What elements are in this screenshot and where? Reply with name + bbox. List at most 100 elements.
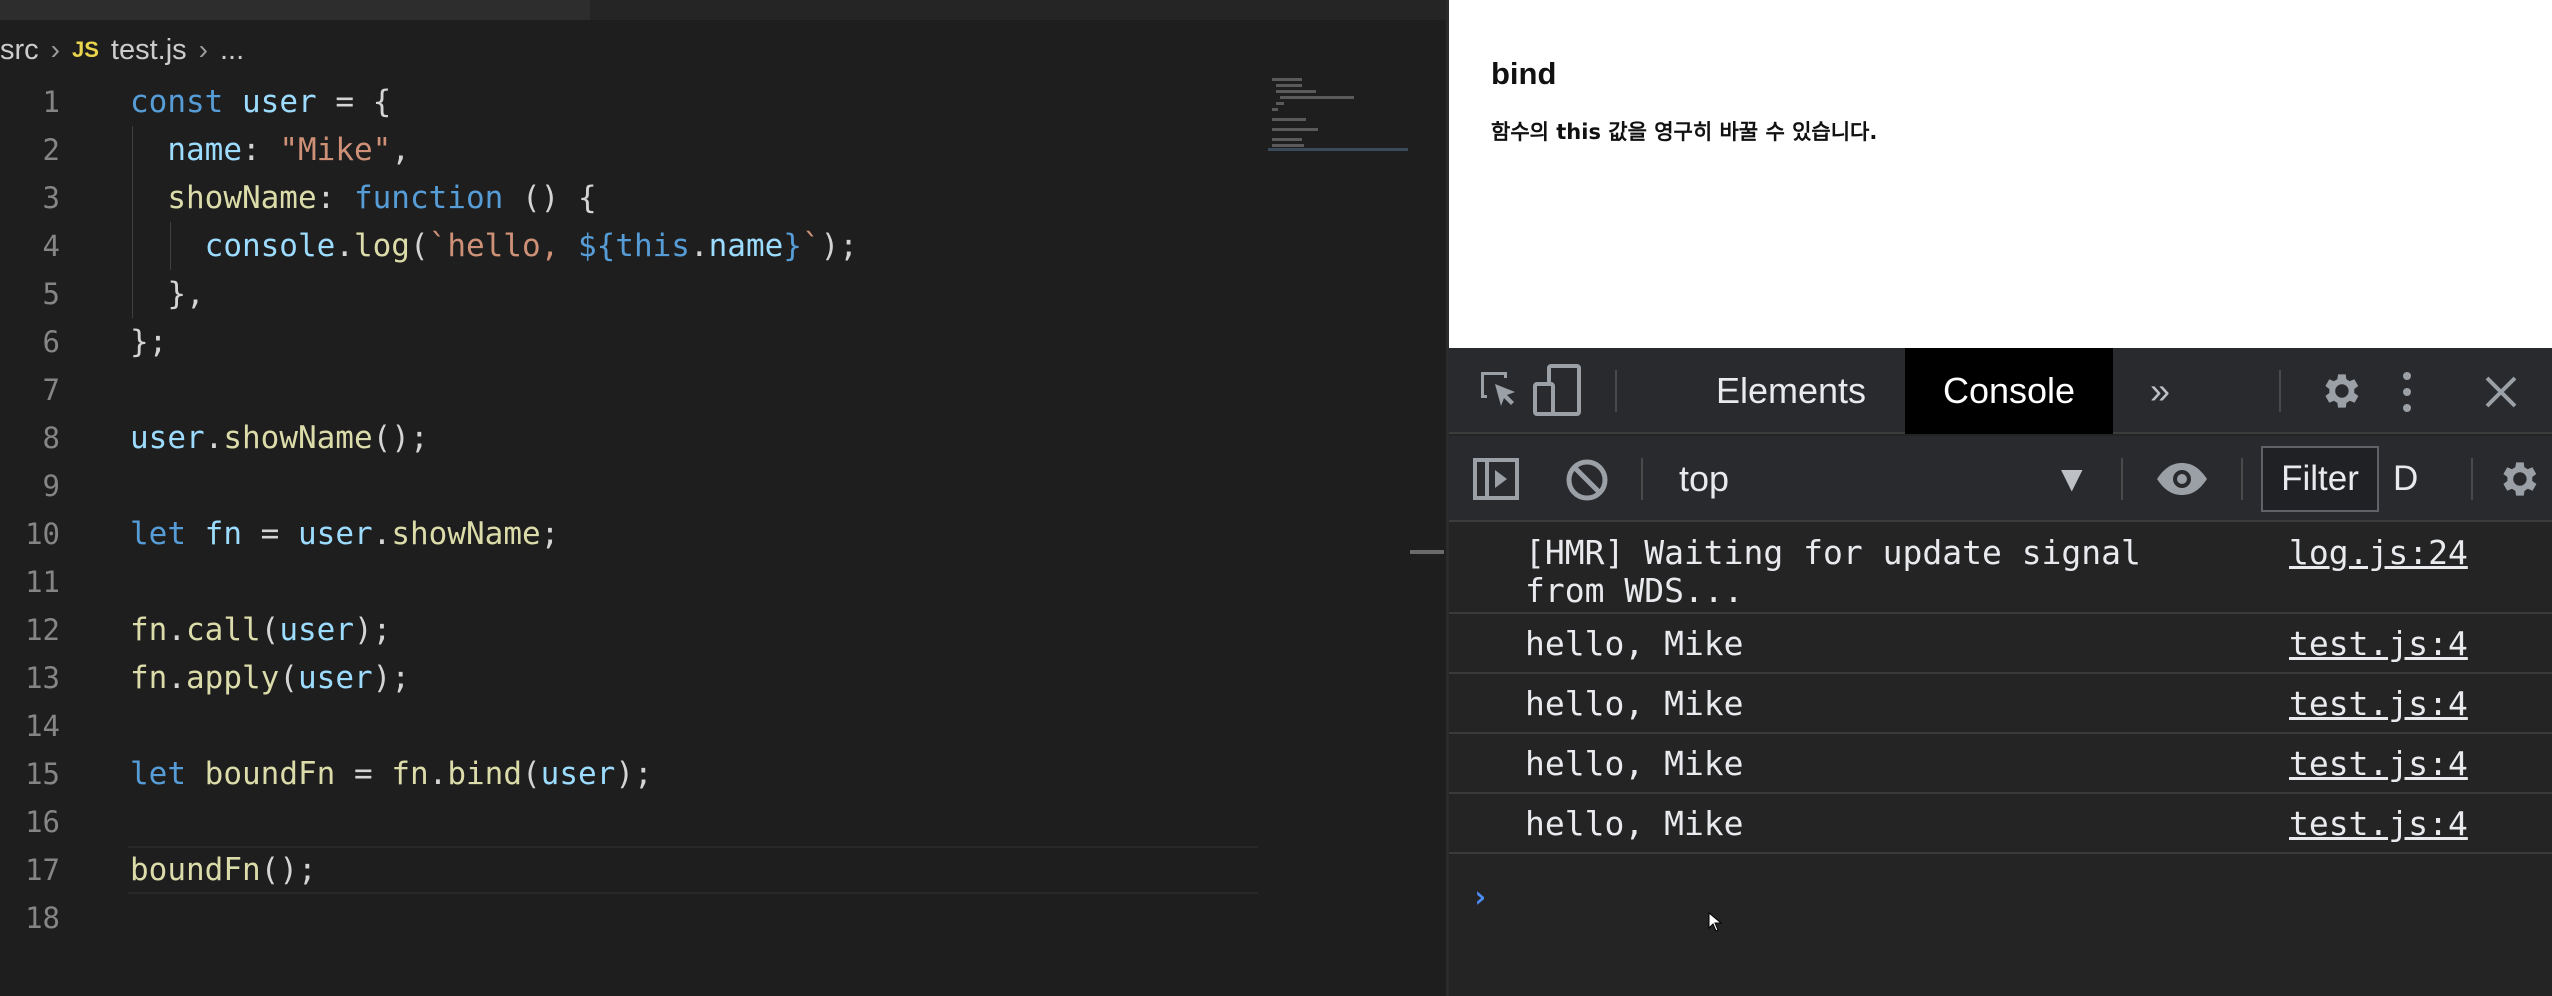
- code-line-16[interactable]: [130, 798, 858, 846]
- punctuation-token: ;: [540, 516, 560, 552]
- code-line-8[interactable]: user.showName();: [130, 414, 858, 462]
- method-token: showName: [167, 180, 317, 216]
- line-number-gutter: 1 2 3 4 5 6 7 8 9 10 11 12 13 14 15 16 17 18: [0, 78, 70, 942]
- punctuation-token: .: [167, 660, 186, 696]
- console-message-source-link[interactable]: test.js:4: [2289, 744, 2468, 784]
- template-token: ${: [577, 228, 616, 264]
- chevron-down-icon[interactable]: ▼: [2061, 436, 2083, 522]
- toolbar-divider: [2471, 458, 2473, 500]
- code-line-17[interactable]: boundFn();: [130, 846, 858, 894]
- more-tabs-button[interactable]: »: [2125, 348, 2195, 434]
- code-line-14[interactable]: [130, 702, 858, 750]
- code-line-4[interactable]: console.log(`hello, ${this.name}`);: [130, 222, 858, 270]
- code-line-18[interactable]: [130, 894, 858, 942]
- identifier-token: fn: [130, 612, 168, 648]
- line-number: 13: [25, 661, 60, 695]
- method-token: showName: [391, 516, 541, 552]
- identifier-token: name: [708, 228, 784, 264]
- punctuation-token: );: [615, 756, 653, 792]
- punctuation-token: ();: [372, 420, 429, 456]
- tab-console[interactable]: Console: [1905, 348, 2113, 434]
- punctuation-token: {: [577, 180, 597, 216]
- console-message-text: [HMR] Waiting for update signal from WDS…: [1525, 533, 2141, 610]
- keyword-token: let: [130, 756, 186, 792]
- identifier-token: user: [242, 84, 317, 120]
- gear-icon[interactable]: [2317, 368, 2363, 418]
- punctuation-token: };: [130, 324, 168, 360]
- console-prompt-chevron-icon[interactable]: ›: [1471, 880, 1489, 915]
- toolbar-divider: [2279, 370, 2281, 412]
- code-line-2[interactable]: name: "Mike",: [130, 126, 858, 174]
- console-message-source-link[interactable]: test.js:4: [2289, 624, 2468, 664]
- code-line-5[interactable]: },: [130, 270, 858, 318]
- breadcrumb-folder[interactable]: src: [0, 34, 39, 67]
- method-token: showName: [223, 420, 373, 456]
- line-number: 12: [25, 613, 60, 647]
- punctuation-token: (): [521, 180, 560, 216]
- devtools-panel: Elements Console » top ▼ Filter D [HMR] …: [1449, 348, 2552, 996]
- active-tab-highlight: [0, 0, 590, 20]
- eye-icon[interactable]: [2155, 462, 2209, 500]
- filter-input[interactable]: Filter: [2261, 446, 2379, 512]
- editor-tab-strip: [0, 0, 1446, 20]
- scrollbar-thumb[interactable]: [1410, 550, 1444, 554]
- code-line-11[interactable]: [130, 558, 858, 606]
- punctuation-token: );: [372, 660, 410, 696]
- breadcrumb-more[interactable]: ...: [220, 34, 244, 67]
- punctuation-token: .: [372, 516, 392, 552]
- code-editor[interactable]: src › JS test.js › ... 1 2 3 4 5 6 7 8 9 10 11 12 13…: [0, 0, 1446, 996]
- code-area[interactable]: const user = { name: "Mike", showName: f…: [130, 78, 858, 942]
- console-message[interactable]: [HMR] Waiting for update signal from WDS…: [1449, 524, 2552, 614]
- device-toolbar-icon[interactable]: [1533, 364, 1583, 422]
- log-levels-dropdown[interactable]: D: [2393, 436, 2418, 522]
- keyword-token: function: [353, 180, 504, 216]
- identifier-token: user: [279, 612, 354, 648]
- string-token: `: [801, 228, 821, 264]
- method-token: apply: [186, 660, 280, 696]
- code-line-12[interactable]: fn.call(user);: [130, 606, 858, 654]
- console-message[interactable]: hello, Mike test.js:4: [1449, 614, 2552, 674]
- string-token: "Mike": [279, 132, 392, 168]
- sidebar-toggle-icon[interactable]: [1473, 458, 1519, 504]
- console-message-source-link[interactable]: test.js:4: [2289, 684, 2468, 724]
- code-line-15[interactable]: let boundFn = fn.bind(user);: [130, 750, 858, 798]
- indent-guide: [132, 222, 133, 270]
- keyword-token: const: [130, 84, 224, 120]
- code-line-1[interactable]: const user = {: [130, 78, 858, 126]
- code-line-10[interactable]: let fn = user.showName;: [130, 510, 858, 558]
- clear-console-icon[interactable]: [1565, 458, 1609, 506]
- console-message-source-link[interactable]: log.js:24: [2289, 534, 2468, 572]
- line-number: 7: [42, 373, 60, 407]
- console-message[interactable]: hello, Mike test.js:4: [1449, 794, 2552, 854]
- line-number: 8: [42, 421, 60, 455]
- code-line-9[interactable]: [130, 462, 858, 510]
- minimap[interactable]: [1268, 74, 1408, 154]
- tab-elements[interactable]: Elements: [1681, 348, 1901, 434]
- indent-guide: [170, 222, 171, 270]
- code-line-7[interactable]: [130, 366, 858, 414]
- line-number: 2: [42, 133, 60, 167]
- code-line-6[interactable]: };: [130, 318, 858, 366]
- code-line-3[interactable]: showName: function () {: [130, 174, 858, 222]
- punctuation-token: );: [353, 612, 392, 648]
- kebab-menu-icon[interactable]: [2401, 370, 2413, 418]
- console-message[interactable]: hello, Mike test.js:4: [1449, 674, 2552, 734]
- console-message-text: hello, Mike: [1525, 624, 1744, 663]
- punctuation-token: ();: [260, 852, 317, 888]
- punctuation-token: (: [279, 660, 298, 696]
- console-settings-gear-icon[interactable]: [2495, 456, 2541, 506]
- console-message-source-link[interactable]: test.js:4: [2289, 804, 2468, 844]
- indent-guide: [132, 126, 133, 174]
- context-selector[interactable]: top: [1679, 436, 1729, 522]
- line-number: 10: [25, 517, 60, 551]
- indent-guide: [132, 174, 133, 222]
- method-token: call: [186, 612, 261, 648]
- punctuation-token: :: [241, 132, 261, 168]
- breadcrumb-file[interactable]: test.js: [111, 34, 187, 67]
- console-message[interactable]: hello, Mike test.js:4: [1449, 734, 2552, 794]
- close-icon[interactable]: [2483, 374, 2519, 414]
- code-line-13[interactable]: fn.apply(user);: [130, 654, 858, 702]
- console-message-text: hello, Mike: [1525, 804, 1744, 843]
- inspect-element-icon[interactable]: [1477, 368, 1523, 418]
- template-token: }: [783, 228, 802, 264]
